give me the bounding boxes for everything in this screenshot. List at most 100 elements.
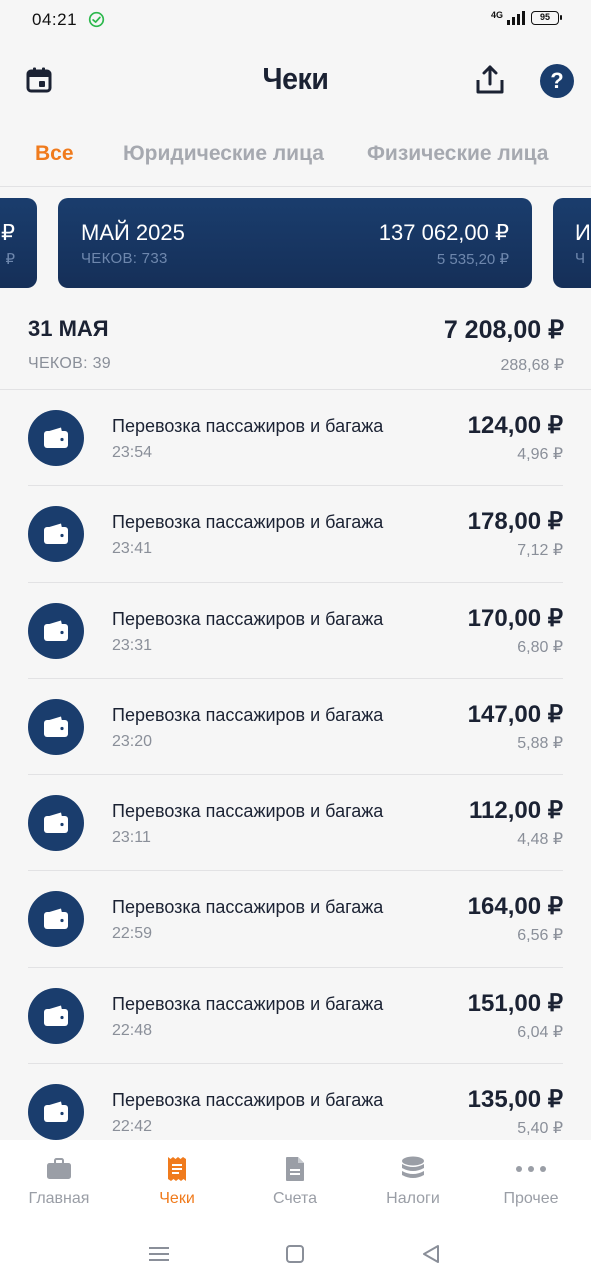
receipt-icon [168, 1157, 186, 1181]
wallet-icon [44, 523, 68, 545]
nav-label: Счета [272, 1190, 318, 1207]
receipt-time: 22:48 [112, 1021, 153, 1039]
receipt-list[interactable]: Перевозка пассажиров и багажа 23:54 124,00… [0, 390, 591, 1140]
check-circle-icon [88, 11, 105, 28]
share-button[interactable] [472, 62, 508, 98]
receipt-tax: 7,12 ₽ [517, 542, 563, 560]
day-tax: 288,68 ₽ [500, 357, 564, 374]
month-tax: 5 535,20 ₽ [436, 251, 509, 268]
share-icon [476, 65, 504, 94]
app-header: Чеки ? [0, 55, 591, 107]
nav-item-home[interactable]: Главная [0, 1140, 118, 1228]
status-bar: 04:21 4G 95 [0, 0, 591, 40]
receipt-row[interactable]: Перевозка пассажиров и багажа 22:42 135,00… [0, 1064, 591, 1140]
wallet-icon [44, 620, 68, 641]
home-button[interactable] [281, 1240, 309, 1268]
receipt-title: Перевозка пассажиров и багажа [112, 1090, 384, 1111]
wallet-icon [44, 908, 68, 930]
day-receipt-count: ЧЕКОВ: 39 [28, 355, 111, 372]
month-receipt-count: ЧЕКОВ: 733 [81, 250, 168, 267]
receipt-row[interactable]: Перевозка пассажиров и багажа 23:31 170,00… [0, 583, 591, 679]
wallet-icon [44, 1101, 68, 1123]
receipt-tax: 5,40 ₽ [517, 1120, 563, 1138]
wallet-badge [28, 795, 84, 852]
nav-item-receipts[interactable]: Чеки [118, 1140, 236, 1228]
more-icon [516, 1166, 546, 1172]
receipt-row[interactable]: Перевозка пассажиров и багажа 22:59 164,00… [0, 871, 591, 968]
month-amount: 137 062,00 ₽ [378, 220, 509, 245]
square-icon [286, 1245, 304, 1263]
month-card-current[interactable]: МАЙ 2025 ЧЕКОВ: 733 137 062,00 ₽ 5 535,2… [58, 198, 532, 288]
receipt-title: Перевозка пассажиров и багажа [112, 416, 384, 436]
month-tax: ₽ [5, 251, 15, 268]
receipt-row[interactable]: Перевозка пассажиров и багажа 23:41 178,00… [0, 486, 591, 583]
filter-tabs: Все Юридические лица Физические лица [0, 138, 591, 174]
receipt-tax: 4,96 ₽ [517, 446, 563, 463]
month-name: МАЙ 2025 [81, 220, 185, 245]
divider [0, 186, 591, 187]
receipt-row[interactable]: Перевозка пассажиров и багажа 23:11 112,00… [0, 775, 591, 872]
nav-item-more[interactable]: Прочее [472, 1140, 590, 1228]
signal-icon [507, 11, 525, 25]
wallet-badge [28, 891, 84, 948]
wallet-badge [28, 698, 84, 755]
network-label: 4G [490, 10, 503, 20]
receipt-title: Перевозка пассажиров и багажа [112, 897, 384, 918]
status-indicators: 4G 95 [490, 10, 562, 25]
back-button[interactable] [417, 1240, 445, 1268]
receipt-time: 22:59 [112, 925, 153, 943]
wallet-badge [28, 410, 84, 466]
wallet-icon [44, 812, 68, 834]
receipt-time: 23:20 [112, 732, 153, 750]
receipt-row[interactable]: Перевозка пассажиров и багажа 23:54 124,00… [0, 390, 591, 487]
question-icon: ? [550, 68, 564, 93]
back-triangle-icon [423, 1245, 439, 1263]
month-amount: ₽ [1, 220, 15, 245]
receipt-amount: 135,00 ₽ [467, 1086, 563, 1114]
nav-label: Налоги [386, 1190, 440, 1207]
wallet-badge [28, 602, 84, 659]
wallet-icon [44, 716, 68, 737]
receipt-amount: 124,00 ₽ [467, 412, 563, 439]
system-navigation-bar [0, 1228, 591, 1280]
nav-item-invoices[interactable]: Счета [236, 1140, 354, 1228]
receipt-amount: 178,00 ₽ [467, 508, 563, 536]
wallet-icon [44, 427, 68, 448]
battery-icon: 95 [531, 11, 562, 25]
wallet-badge [28, 1084, 84, 1140]
receipt-title: Перевозка пассажиров и багажа [112, 801, 384, 822]
receipt-tax: 5,88 ₽ [517, 734, 563, 752]
month-card-previous[interactable]: ₽ ₽ [0, 198, 37, 288]
receipt-amount: 170,00 ₽ [467, 604, 563, 632]
briefcase-icon [47, 1158, 71, 1179]
tab-individuals[interactable]: Физические лица [367, 142, 548, 166]
wallet-icon [44, 1005, 68, 1026]
wallet-badge [28, 506, 84, 563]
recents-button[interactable] [145, 1240, 173, 1268]
tab-legal-entities[interactable]: Юридические лица [123, 142, 324, 166]
receipt-tax: 6,80 ₽ [517, 638, 563, 656]
nav-item-taxes[interactable]: Налоги [354, 1140, 472, 1228]
receipt-title: Перевозка пассажиров и багажа [112, 512, 384, 533]
receipt-amount: 147,00 ₽ [467, 700, 563, 728]
receipt-time: 23:41 [112, 540, 153, 558]
bottom-navigation: Главная Чеки Счета Налоги Прочее [0, 1140, 591, 1228]
month-receipt-count: Ч [575, 250, 585, 267]
receipt-row[interactable]: Перевозка пассажиров и багажа 23:20 147,00… [0, 679, 591, 776]
receipt-time: 23:11 [112, 829, 151, 847]
receipt-time: 23:54 [112, 444, 153, 461]
receipt-time: 23:31 [112, 636, 153, 654]
tab-all[interactable]: Все [35, 142, 74, 166]
document-icon [286, 1157, 304, 1181]
day-title: 31 МАЯ [28, 316, 109, 341]
receipt-time: 22:42 [112, 1118, 153, 1136]
receipt-tax: 4,48 ₽ [517, 831, 563, 849]
wallet-badge [28, 987, 84, 1044]
receipt-row[interactable]: Перевозка пассажиров и багажа 22:48 151,00… [0, 968, 591, 1065]
receipt-title: Перевозка пассажиров и багажа [112, 608, 384, 629]
month-carousel[interactable]: ₽ ₽ МАЙ 2025 ЧЕКОВ: 733 137 062,00 ₽ 5 5… [0, 198, 591, 290]
receipt-title: Перевозка пассажиров и багажа [112, 993, 384, 1014]
month-card-next[interactable]: И Ч [553, 198, 591, 288]
help-button[interactable]: ? [540, 64, 574, 98]
nav-label: Прочее [503, 1190, 559, 1207]
